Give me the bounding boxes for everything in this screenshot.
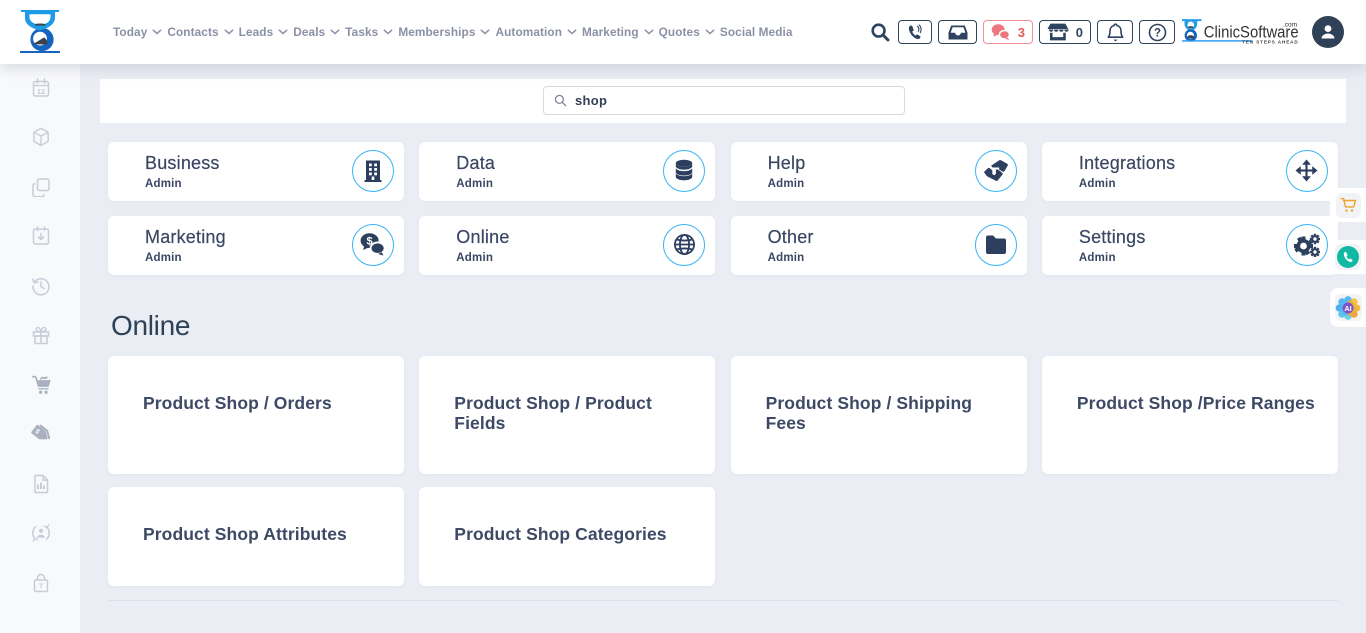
svg-text:T: T	[39, 583, 44, 590]
svg-text:TEN STEPS AHEAD: TEN STEPS AHEAD	[1242, 39, 1298, 44]
svg-text:AI: AI	[1344, 303, 1351, 312]
svg-text:?: ?	[1153, 27, 1160, 39]
svg-text:12: 12	[37, 87, 45, 96]
svg-text:.com: .com	[1283, 21, 1297, 28]
svg-text:$: $	[367, 236, 373, 248]
